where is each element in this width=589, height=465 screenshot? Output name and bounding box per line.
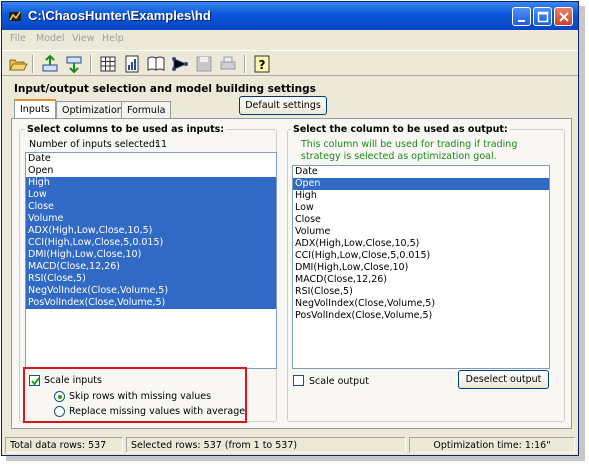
menu-help[interactable]: Help	[102, 33, 124, 44]
grid-icon[interactable]	[98, 54, 118, 74]
inputs-list-item[interactable]: Volume	[26, 213, 276, 225]
deselect-output-button[interactable]: Deselect output	[458, 370, 549, 389]
report-icon[interactable]	[122, 54, 142, 74]
inputs-list-item[interactable]: RSI(Close,5)	[26, 273, 276, 285]
inputs-list-item[interactable]: NegVolIndex(Close,Volume,5)	[26, 285, 276, 297]
output-list-item[interactable]: CCI(High,Low,Close,5,0.015)	[293, 250, 549, 262]
tab-formula[interactable]: Formula	[121, 101, 172, 119]
output-listbox[interactable]: Date Open High Low Close Volume ADX(High,Low,C…	[292, 165, 550, 369]
status-optimization-time: Optimization time: 1:16"	[409, 437, 575, 453]
window-title: C:\ChaosHunter\Examples\hd	[28, 8, 211, 23]
tab-optimization[interactable]: Optimization	[56, 101, 129, 119]
inputs-list-item[interactable]: MACD(Close,12,26)	[26, 261, 276, 273]
inputs-count-value: 11	[155, 139, 168, 150]
status-selected-rows: Selected rows: 537 (from 1 to 537)	[126, 437, 406, 453]
book-icon[interactable]	[146, 54, 166, 74]
output-list-item[interactable]: MACD(Close,12,26)	[293, 274, 549, 286]
inputs-list-item[interactable]: Open	[26, 165, 276, 177]
save-icon[interactable]	[194, 54, 214, 74]
inputs-list-item[interactable]: High	[26, 177, 276, 189]
output-list-item[interactable]: High	[293, 190, 549, 202]
network-icon[interactable]	[170, 54, 190, 74]
output-list-item[interactable]: Date	[293, 166, 549, 178]
minimize-icon	[518, 20, 525, 22]
import-icon[interactable]	[64, 54, 84, 74]
output-list-item[interactable]: Open	[293, 178, 549, 190]
inputs-list-item[interactable]: Low	[26, 189, 276, 201]
status-bar: Total data rows: 537 Selected rows: 537 …	[2, 434, 578, 455]
menu-bar: File Model View Help	[2, 30, 578, 48]
toolbar: ?	[2, 50, 578, 76]
toolbar-separator	[32, 55, 34, 73]
menu-file[interactable]: File	[10, 33, 26, 44]
output-list-item[interactable]: Volume	[293, 226, 549, 238]
close-button[interactable]	[554, 7, 573, 26]
annotation-highlight-box	[23, 367, 247, 423]
output-list-item[interactable]: NegVolIndex(Close,Volume,5)	[293, 298, 549, 310]
menu-model[interactable]: Model	[36, 33, 65, 44]
output-note: This column will be used for trading if …	[301, 139, 518, 162]
open-folder-icon[interactable]	[8, 54, 28, 74]
toolbar-separator	[90, 55, 92, 73]
inputs-count-label: Number of inputs selected:	[29, 139, 159, 150]
inputs-list-item[interactable]: Date	[26, 153, 276, 165]
help-icon[interactable]: ?	[252, 54, 272, 74]
inputs-group-title: Select columns to be used as inputs:	[25, 124, 227, 135]
inputs-list-item[interactable]: DMI(High,Low,Close,10)	[26, 249, 276, 261]
toolbar-separator	[244, 55, 246, 73]
print-icon[interactable]	[218, 54, 238, 74]
minimize-button[interactable]	[512, 7, 531, 26]
tab-inputs[interactable]: Inputs	[14, 99, 56, 119]
output-list-item[interactable]: PosVolIndex(Close,Volume,5)	[293, 310, 549, 322]
output-list-item[interactable]: DMI(High,Low,Close,10)	[293, 262, 549, 274]
title-bar[interactable]: C:\ChaosHunter\Examples\hd	[2, 2, 578, 30]
svg-text:?: ?	[259, 58, 266, 72]
output-list-item[interactable]: Close	[293, 214, 549, 226]
output-list-item[interactable]: RSI(Close,5)	[293, 286, 549, 298]
inputs-list-item[interactable]: CCI(High,Low,Close,5,0.015)	[26, 237, 276, 249]
output-list-item[interactable]: ADX(High,Low,Close,10,5)	[293, 238, 549, 250]
section-title: Input/output selection and model buildin…	[14, 83, 316, 95]
maximize-icon	[537, 11, 549, 23]
maximize-button[interactable]	[533, 7, 552, 26]
menu-view[interactable]: View	[72, 33, 95, 44]
output-list-item[interactable]: Low	[293, 202, 549, 214]
inputs-list-item[interactable]: PosVolIndex(Close,Volume,5)	[26, 297, 276, 309]
output-group-title: Select the column to be used as output:	[291, 124, 510, 135]
close-icon	[559, 12, 569, 22]
status-total-rows: Total data rows: 537	[5, 437, 123, 453]
main-window: C:\ChaosHunter\Examples\hd File Model Vi…	[1, 1, 579, 456]
inputs-list-item[interactable]: Close	[26, 201, 276, 213]
export-icon[interactable]	[40, 54, 60, 74]
inputs-listbox[interactable]: Date Open High Low Close Volume ADX(High,Low,C…	[25, 152, 277, 369]
scale-output-label: Scale output	[309, 376, 369, 387]
scale-output-checkbox[interactable]	[293, 375, 304, 386]
app-icon	[9, 11, 21, 21]
default-settings-button[interactable]: Default settings	[239, 96, 327, 115]
inputs-list-item[interactable]: ADX(High,Low,Close,10,5)	[26, 225, 276, 237]
